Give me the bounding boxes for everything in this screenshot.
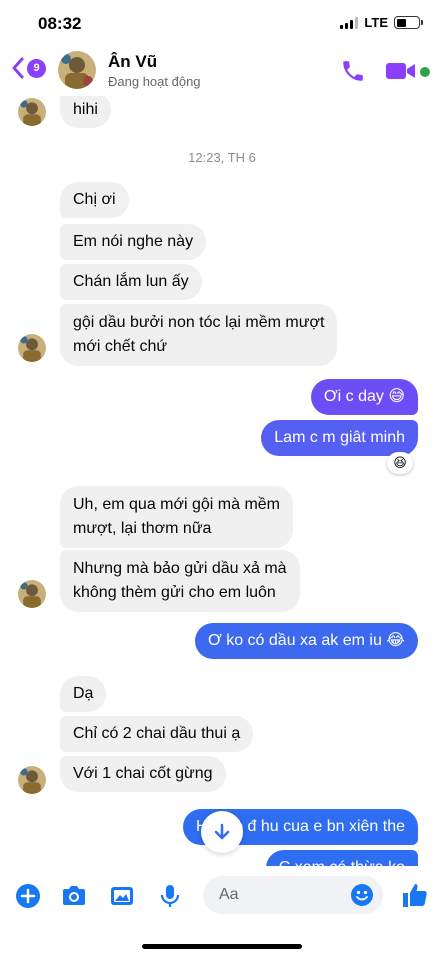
contact-avatar-small: [18, 580, 46, 608]
contact-name[interactable]: Ân Vũ: [108, 52, 157, 72]
message-incoming[interactable]: Chỉ có 2 chai dầu thui ạ: [60, 716, 254, 752]
contact-avatar[interactable]: [58, 51, 96, 89]
message-incoming[interactable]: Uh, em qua mới gội mà mềm mượt, lại thơm…: [60, 486, 293, 548]
message-outgoing[interactable]: Ơi c day 😅: [310, 379, 418, 415]
message-outgoing[interactable]: C xem có thừa ko: [265, 850, 418, 866]
phone-icon[interactable]: [340, 58, 366, 84]
battery-icon: [394, 16, 423, 29]
time-separator: 12:23, TH 6: [188, 150, 256, 165]
chat-header: 9 Ân Vũ Đang hoạt động: [0, 46, 444, 96]
message-incoming[interactable]: Nhưng mà bảo gửi dầu xả mà không thèm gử…: [60, 550, 300, 612]
contact-avatar-small: [18, 766, 46, 794]
message-incoming[interactable]: Dạ: [60, 676, 107, 712]
message-list[interactable]: hihi 12:23, TH 6 Chị ơi Em nói nghe này …: [0, 96, 444, 866]
contact-status: Đang hoạt động: [108, 74, 201, 89]
thumbs-up-icon[interactable]: [400, 880, 430, 910]
message-incoming[interactable]: Chị ơi: [60, 182, 129, 218]
message-composer: [0, 866, 444, 926]
message-line: Nhưng mà bảo gửi dầu xả mà: [73, 560, 287, 577]
message-outgoing[interactable]: Lam c m giât minh: [261, 420, 418, 456]
message-line: Uh, em qua mới gội mà mềm: [73, 496, 280, 513]
online-indicator: [420, 67, 430, 77]
emoji-icon[interactable]: [350, 883, 374, 907]
network-label: LTE: [364, 15, 388, 30]
message-line: không thèm gửi cho em luôn: [73, 584, 276, 601]
message-incoming[interactable]: hihi: [60, 96, 111, 128]
message-outgoing[interactable]: Ơ ko có dầu xa ak em iu 😂: [195, 623, 418, 659]
microphone-icon[interactable]: [156, 882, 184, 910]
home-indicator: [142, 944, 302, 949]
message-incoming[interactable]: Chán lắm lun ấy: [60, 264, 202, 300]
signal-icon: [340, 16, 359, 29]
message-incoming[interactable]: Với 1 chai cốt gừng: [60, 756, 226, 792]
arrow-down-icon: [214, 823, 230, 840]
contact-avatar-small: [18, 334, 46, 362]
status-indicators: LTE: [340, 15, 423, 30]
camera-icon[interactable]: [60, 882, 88, 910]
unread-badge: 9: [27, 58, 46, 78]
message-line: mượt, lại thơm nữa: [73, 520, 212, 537]
image-icon[interactable]: [108, 882, 136, 910]
status-bar: 08:32 LTE: [0, 0, 444, 46]
message-incoming[interactable]: gội dầu bưởi non tóc lại mềm mượt mới ch…: [60, 304, 338, 366]
message-line: gội dầu bưởi non tóc lại mềm mượt: [73, 314, 325, 331]
back-chevron-icon: [12, 57, 24, 79]
message-incoming[interactable]: Em nói nghe này: [60, 224, 207, 260]
video-camera-icon[interactable]: [385, 58, 417, 84]
status-time: 08:32: [38, 14, 82, 33]
scroll-to-bottom-button[interactable]: [201, 811, 243, 853]
message-reaction[interactable]: 😆: [387, 452, 413, 474]
back-button[interactable]: 9: [10, 56, 46, 80]
message-line: mới chết chứ: [73, 338, 168, 355]
contact-avatar-small: [18, 98, 46, 126]
plus-icon[interactable]: [14, 882, 42, 910]
